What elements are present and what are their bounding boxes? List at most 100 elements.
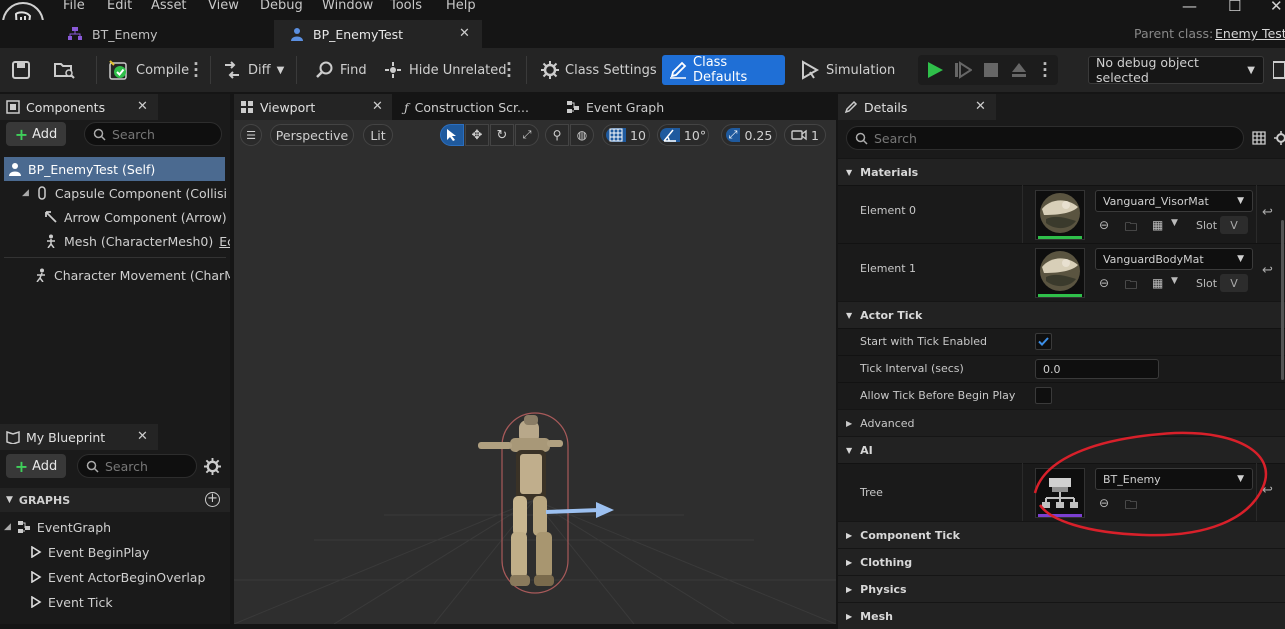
compile-button[interactable]: Compile [108, 48, 189, 92]
element0-material-dropdown[interactable]: Vanguard_VisorMat ▼ [1095, 190, 1253, 212]
close-tab-icon[interactable]: ✕ [975, 99, 986, 114]
class-defaults-button[interactable]: Class Defaults [662, 55, 785, 85]
tree-item-arrow[interactable]: Arrow Component (Arrow) I [44, 205, 230, 229]
chevron-down-icon[interactable]: ▼ [1171, 276, 1187, 292]
table-view-icon[interactable] [1252, 131, 1266, 145]
simulation-button[interactable]: Simulation [800, 48, 895, 92]
tree-item-self[interactable]: BP_EnemyTest (Self) [4, 157, 225, 181]
add-component-button[interactable]: + Add [6, 122, 66, 146]
eject-icon[interactable] [1010, 61, 1028, 79]
diff-button[interactable]: Diff ▼ [222, 48, 284, 92]
menu-help[interactable]: Help [446, 0, 476, 13]
tab-my-blueprint[interactable]: My Blueprint ✕ [0, 424, 158, 450]
close-tab-icon[interactable]: ✕ [137, 429, 148, 444]
slot-value[interactable]: V [1220, 216, 1248, 234]
checker-options-icon[interactable]: ▦ [1152, 276, 1168, 292]
mesh-category[interactable]: ▶ Mesh [838, 602, 1285, 629]
details-settings-gear-icon[interactable] [1274, 131, 1285, 145]
graphs-section-header[interactable]: ▼ GRAPHS + [0, 488, 230, 512]
menu-file[interactable]: File [63, 0, 85, 13]
browse-button[interactable] [54, 48, 76, 92]
tab-viewport[interactable]: Viewport ✕ [234, 94, 392, 120]
clothing-category[interactable]: ▶ Clothing [838, 548, 1285, 575]
menu-view[interactable]: View [208, 0, 239, 13]
reset-arrow-icon[interactable]: ↩ [1262, 205, 1273, 220]
surface-snap-button[interactable]: ⚲ [545, 124, 569, 146]
allow-tick-checkbox[interactable] [1035, 387, 1052, 404]
material-thumbnail[interactable] [1035, 190, 1085, 240]
reset-arrow-icon[interactable]: ↩ [1262, 263, 1273, 278]
physics-category[interactable]: ▶ Physics [838, 575, 1285, 602]
scale-mode-button[interactable]: ⤢ [515, 124, 539, 146]
edit-link[interactable]: Ec [219, 234, 230, 249]
parent-class-link[interactable]: Enemy Test [1215, 26, 1285, 41]
tree-item-character-movement[interactable]: Character Movement (CharMoveComp) [34, 263, 230, 287]
lit-button[interactable]: Lit [363, 124, 393, 146]
close-tab-icon[interactable]: ✕ [137, 99, 148, 114]
camera-speed-button[interactable]: 1 [784, 124, 826, 146]
materials-category[interactable]: ▼ Materials [838, 158, 1285, 185]
stop-icon[interactable] [982, 61, 1000, 79]
tab-bt-enemy[interactable]: BT_Enemy [52, 20, 272, 48]
start-tick-checkbox[interactable] [1035, 333, 1052, 350]
menu-tools[interactable]: Tools [390, 0, 422, 13]
tab-components[interactable]: Components ✕ [0, 94, 158, 120]
debug-filter-icon[interactable] [1273, 60, 1285, 80]
add-graph-icon[interactable]: + [205, 492, 220, 507]
rotate-mode-button[interactable]: ↻ [490, 124, 514, 146]
step-icon[interactable] [954, 61, 972, 79]
play-icon[interactable] [926, 61, 944, 79]
tree-item-capsule[interactable]: ◢ Capsule Component (CollisionCylinder) [22, 181, 226, 205]
details-search-input[interactable]: Search [846, 126, 1244, 150]
maximize-icon[interactable]: ☐ [1228, 0, 1241, 15]
more-options-icon[interactable]: · · · [506, 57, 512, 84]
play-options-icon[interactable]: · · · [1042, 57, 1048, 84]
close-tab-icon[interactable]: ✕ [372, 99, 383, 114]
components-search-input[interactable]: Search [84, 122, 222, 146]
use-selected-icon[interactable]: ⊖ [1099, 276, 1115, 292]
select-mode-button[interactable] [440, 124, 464, 146]
add-blueprint-item-button[interactable]: + Add [6, 454, 66, 478]
hide-unrelated-button[interactable]: Hide Unrelated [383, 48, 507, 92]
translate-mode-button[interactable]: ✥ [465, 124, 489, 146]
scale-snap-button[interactable]: ⤢ 0.25 [721, 124, 777, 146]
tick-interval-input[interactable]: 0.0 [1035, 359, 1159, 379]
browse-folder-icon[interactable]: 🗀 [1125, 218, 1141, 234]
tab-event-graph[interactable]: Event Graph [562, 94, 712, 120]
perspective-button[interactable]: Perspective [270, 124, 354, 146]
find-button[interactable]: Find [316, 48, 367, 92]
grid-snap-button[interactable]: 10 [602, 124, 650, 146]
rotation-snap-button[interactable]: 10° [657, 124, 709, 146]
viewport[interactable]: ☰ Perspective Lit ✥ ↻ ⤢ ⚲ ◍ 10 10° ⤢ 0.2… [234, 120, 836, 624]
viewport-menu-button[interactable]: ☰ [240, 124, 262, 146]
event-tick-item[interactable]: Event Tick [30, 590, 226, 614]
chevron-down-icon[interactable]: ▼ [1171, 218, 1187, 234]
close-window-icon[interactable]: ✕ [1270, 0, 1283, 15]
browse-folder-icon[interactable]: 🗀 [1125, 276, 1141, 292]
event-graph-item[interactable]: ◢ EventGraph [4, 515, 226, 539]
use-selected-icon[interactable]: ⊖ [1099, 218, 1115, 234]
event-beginplay-item[interactable]: Event BeginPlay [30, 540, 226, 564]
element1-material-dropdown[interactable]: VanguardBodyMat ▼ [1095, 248, 1253, 270]
settings-gear-icon[interactable] [204, 458, 221, 475]
menu-window[interactable]: Window [322, 0, 373, 13]
material-thumbnail[interactable] [1035, 248, 1085, 298]
tab-bp-enemytest[interactable]: BP_EnemyTest ✕ [274, 20, 482, 48]
minimize-icon[interactable]: — [1182, 0, 1197, 15]
tab-construction-script[interactable]: ƒ Construction Scr... [400, 94, 550, 120]
menu-debug[interactable]: Debug [260, 0, 303, 13]
tree-item-mesh[interactable]: Mesh (CharacterMesh0) Ec [44, 229, 230, 253]
my-blueprint-search-input[interactable]: Search [77, 454, 197, 478]
details-scrollbar[interactable] [1281, 220, 1284, 380]
menu-edit[interactable]: Edit [107, 0, 132, 13]
close-tab-icon[interactable]: ✕ [459, 26, 470, 41]
save-button[interactable] [12, 48, 30, 92]
compile-options-icon[interactable]: · · · [193, 57, 199, 84]
class-settings-button[interactable]: Class Settings [541, 48, 657, 92]
actor-tick-category[interactable]: ▼ Actor Tick [838, 301, 1285, 328]
debug-object-dropdown[interactable]: No debug object selected ▼ [1088, 55, 1264, 85]
event-actorbeginoverlap-item[interactable]: Event ActorBeginOverlap [30, 565, 226, 589]
menu-asset[interactable]: Asset [151, 0, 187, 13]
world-local-button[interactable]: ◍ [570, 124, 594, 146]
tab-details[interactable]: Details ✕ [838, 94, 996, 120]
